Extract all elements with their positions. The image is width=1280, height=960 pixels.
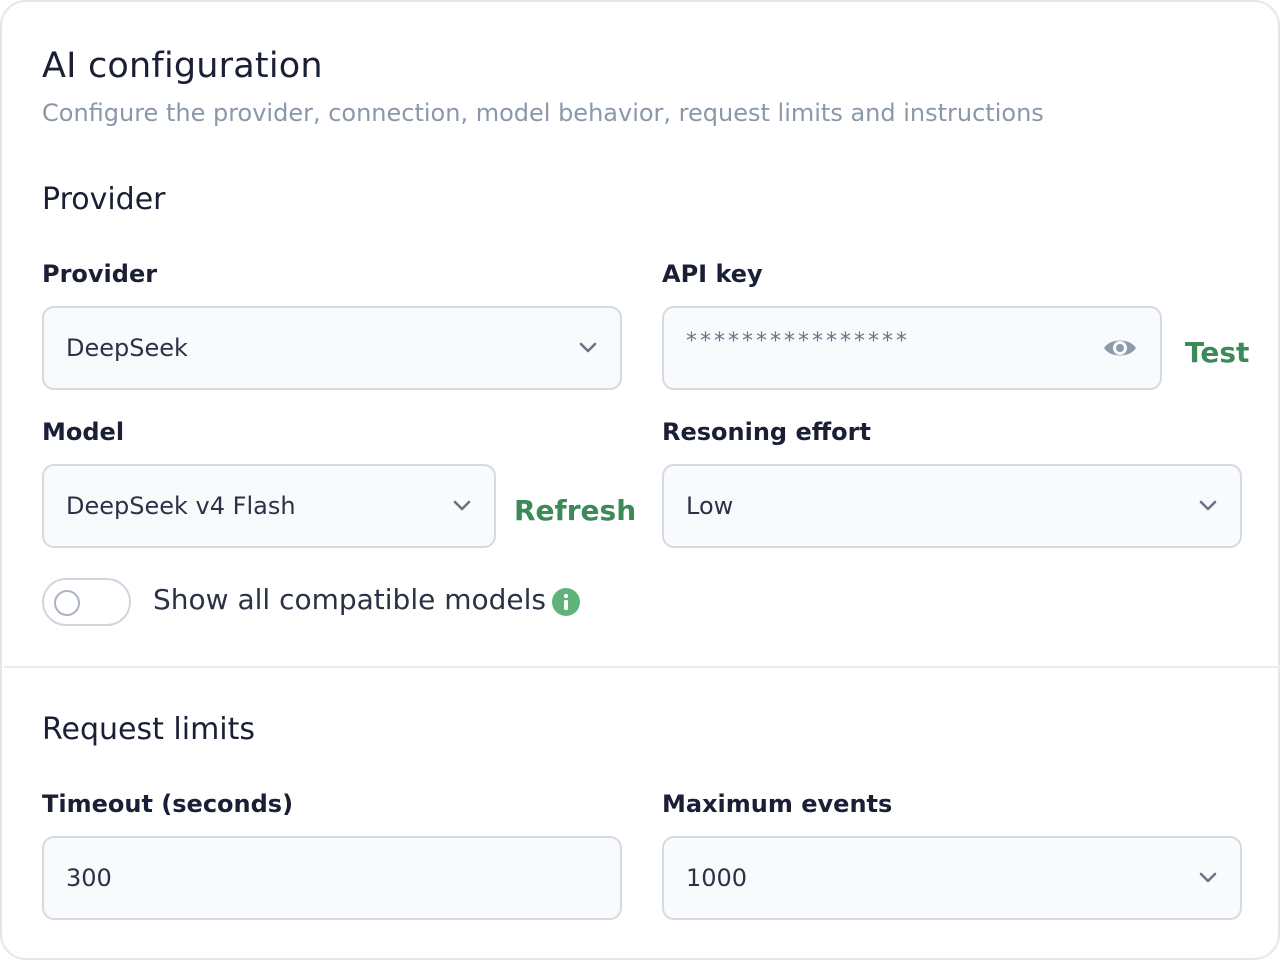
provider-label: Provider — [42, 260, 158, 288]
api-key-value: **************** — [686, 328, 910, 354]
chevron-down-icon — [578, 338, 598, 358]
section-divider — [4, 666, 1280, 668]
show-all-models-label: Show all compatible models — [153, 583, 547, 616]
timeout-label: Timeout (seconds) — [42, 790, 294, 818]
show-all-models-toggle[interactable] — [42, 578, 131, 626]
provider-select-value: DeepSeek — [66, 334, 188, 362]
request-limits-heading: Request limits — [42, 712, 256, 747]
reasoning-effort-select[interactable]: Low — [662, 464, 1242, 548]
eye-icon[interactable] — [1102, 330, 1138, 366]
test-button[interactable]: Test — [1185, 336, 1249, 369]
timeout-value: 300 — [66, 864, 112, 892]
reasoning-effort-label: Resoning effort — [662, 418, 871, 446]
reasoning-effort-value: Low — [686, 492, 734, 520]
chevron-down-icon — [452, 496, 472, 516]
page-subtitle: Configure the provider, connection, mode… — [42, 99, 1044, 127]
maximum-events-select[interactable]: 1000 — [662, 836, 1242, 920]
provider-select[interactable]: DeepSeek — [42, 306, 622, 390]
model-select-value: DeepSeek v4 Flash — [66, 492, 296, 520]
maximum-events-label: Maximum events — [662, 790, 893, 818]
model-select[interactable]: DeepSeek v4 Flash — [42, 464, 496, 548]
maximum-events-value: 1000 — [686, 864, 748, 892]
ai-configuration-card: AI configuration Configure the provider,… — [0, 0, 1280, 960]
api-key-label: API key — [662, 260, 763, 288]
refresh-button[interactable]: Refresh — [514, 494, 636, 527]
timeout-input[interactable]: 300 — [42, 836, 622, 920]
api-key-input[interactable]: **************** — [662, 306, 1162, 390]
chevron-down-icon — [1198, 496, 1218, 516]
page-title: AI configuration — [42, 46, 323, 86]
info-icon[interactable] — [552, 588, 580, 616]
model-label: Model — [42, 418, 125, 446]
toggle-knob — [54, 590, 80, 616]
chevron-down-icon — [1198, 868, 1218, 888]
provider-section-heading: Provider — [42, 182, 166, 217]
